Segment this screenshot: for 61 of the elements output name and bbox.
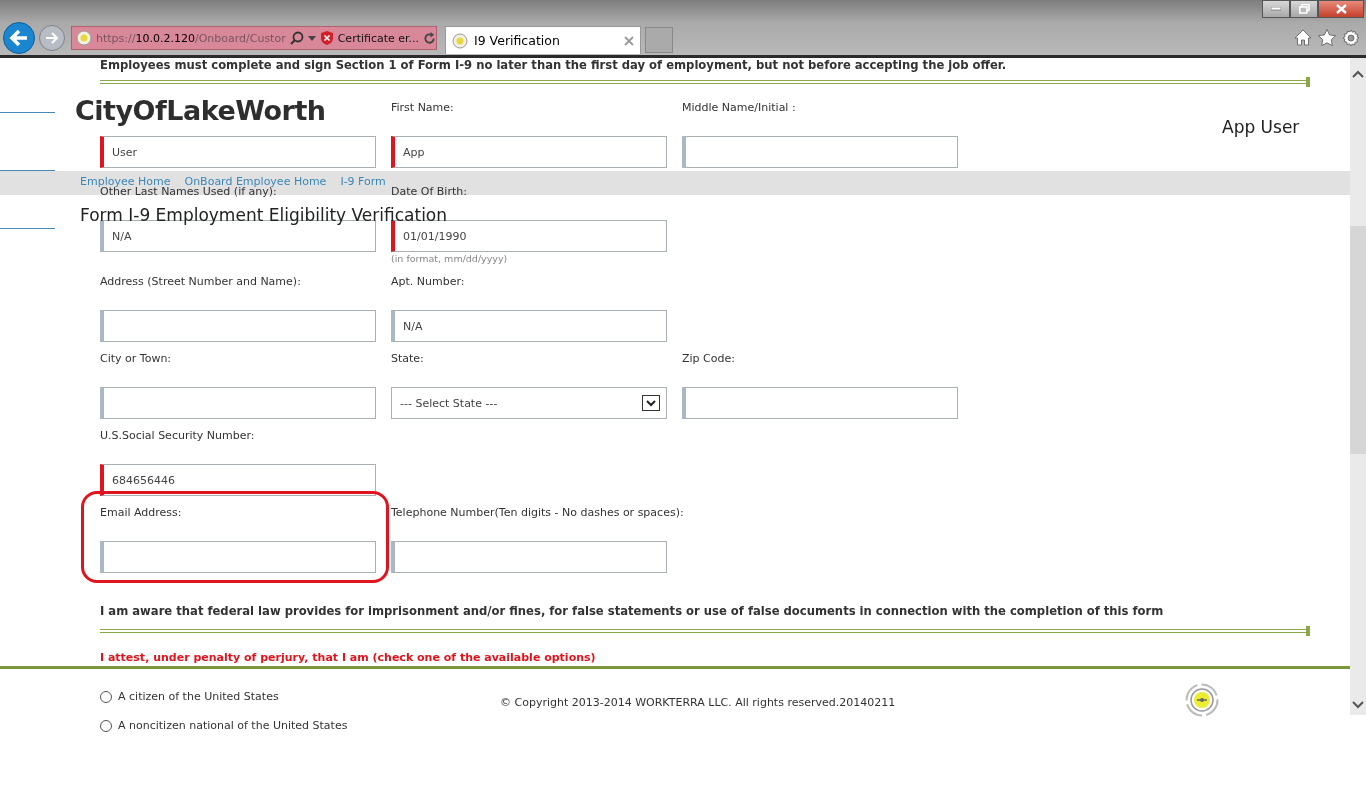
input-field[interactable] <box>100 387 376 419</box>
search-icon <box>289 31 304 45</box>
site-icon <box>452 32 468 49</box>
restore-icon <box>1298 4 1310 14</box>
close-tab-icon[interactable] <box>624 35 634 46</box>
scroll-thumb[interactable] <box>1350 226 1366 454</box>
company-name: CityOfLakeWorth <box>75 95 326 126</box>
back-button[interactable] <box>3 22 35 54</box>
field-label: Middle Name/Initial : <box>682 101 796 115</box>
browser-tab[interactable]: I9 Verification <box>445 26 641 54</box>
field-label: Telephone Number(Ten digits - No dashes or spaces): <box>391 506 684 520</box>
scroll-down-icon[interactable] <box>1352 701 1364 709</box>
input-field[interactable]: N/A <box>391 310 667 342</box>
close-button[interactable] <box>1318 0 1364 18</box>
input-field[interactable]: App <box>391 136 667 168</box>
caret-icon <box>307 35 316 41</box>
minimize-button[interactable] <box>1262 0 1290 18</box>
input-field[interactable] <box>100 310 376 342</box>
field-label: City or Town: <box>100 352 172 366</box>
attestation-text: I attest, under penalty of perjury, that I am (check one of the available options) <box>100 651 597 665</box>
input-field[interactable]: 684656446 <box>100 464 376 496</box>
url-text: https://10.0.2.120/Onboard/Custor <box>96 31 286 45</box>
intro-text: Employees must complete and sign Section 1 of Form I-9 no later than the first day of employment, but not before accepting the job offer. <box>100 58 1008 72</box>
input-field[interactable]: 01/01/1990 <box>391 220 667 252</box>
forward-button[interactable] <box>39 25 65 51</box>
star-icon[interactable] <box>1318 29 1336 46</box>
input-field[interactable] <box>682 136 958 168</box>
field-label: Date Of Birth: <box>391 185 467 199</box>
input-field[interactable]: User <box>100 136 376 168</box>
field-label: Zip Code: <box>682 352 735 366</box>
input-field[interactable] <box>100 541 376 573</box>
close-icon <box>1335 4 1347 14</box>
option-label[interactable]: A noncitizen national of the United States <box>118 719 348 732</box>
input-field[interactable] <box>391 541 667 573</box>
legal-statement: I am aware that federal law provides for imprisonment and/or fines, for false statements or use of false documents in connection with the completion of this form <box>100 603 1165 619</box>
back-arrow-icon <box>9 29 29 47</box>
field-label: Email Address: <box>100 506 182 520</box>
option-label[interactable]: A citizen of the United States <box>118 690 279 703</box>
forward-arrow-icon <box>45 32 59 44</box>
state-select[interactable]: --- Select State --- <box>391 387 667 419</box>
site-icon <box>76 30 92 46</box>
error-shield-icon <box>319 31 334 45</box>
copyright-text: © Copyright 2013-2014 WORKTERRA LLC. All rights reserved.20140211 <box>500 696 896 709</box>
settings-icon[interactable] <box>1342 29 1360 47</box>
user-name: App User <box>1222 117 1300 137</box>
format-hint: (in format, mm/dd/yyyy) <box>391 253 509 265</box>
restore-button[interactable] <box>1290 0 1318 18</box>
field-label: Apt. Number: <box>391 275 465 289</box>
minimize-icon <box>1271 7 1281 11</box>
certificate-error-text[interactable]: Certificate er... <box>337 31 420 45</box>
address-bar[interactable]: https://10.0.2.120/Onboard/Custor Certificate er... <box>71 26 437 50</box>
refresh-icon[interactable] <box>423 31 437 45</box>
scrollbar[interactable] <box>1350 58 1366 715</box>
scroll-up-icon[interactable] <box>1352 70 1364 78</box>
input-field[interactable] <box>682 387 958 419</box>
field-label: U.S.Social Security Number: <box>100 429 255 443</box>
field-label: First Name: <box>391 101 454 115</box>
target-logo-icon <box>1185 683 1219 717</box>
home-icon[interactable] <box>1294 29 1312 46</box>
field-label: Address (Street Number and Name): <box>100 275 301 289</box>
field-label: State: <box>391 352 424 366</box>
